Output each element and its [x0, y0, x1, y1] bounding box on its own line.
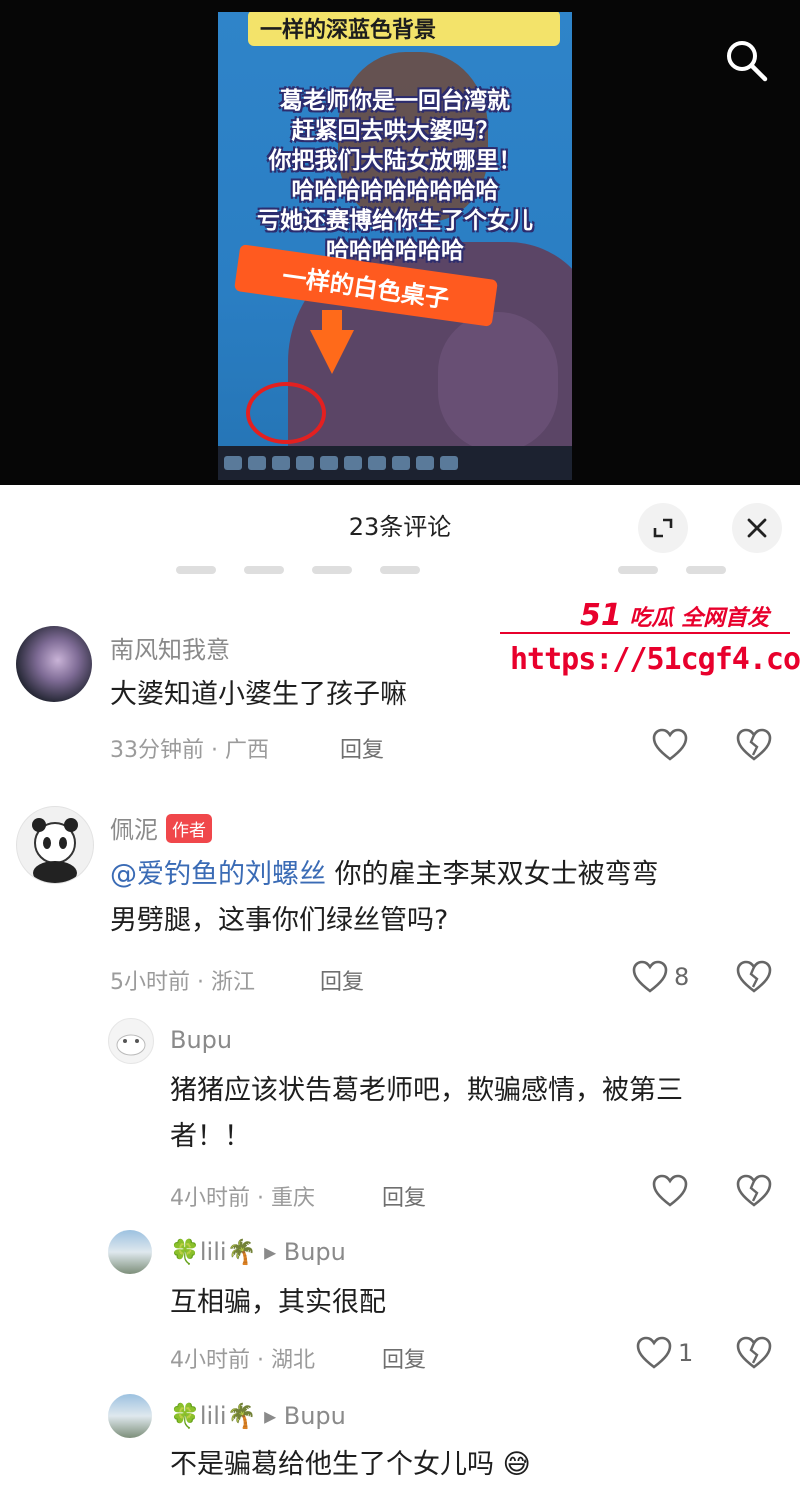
video-player[interactable]: ! 一样的深蓝色背景 葛老师你是一回台湾就 赶紧回去哄大婆吗？ 你把我们大陆女放…	[0, 0, 800, 485]
heart-icon	[636, 1336, 672, 1369]
comment-meta: 4小时前 · 湖北	[170, 1348, 315, 1373]
comment-meta: 33分钟前 · 广西	[110, 738, 269, 763]
collapse-button[interactable]	[638, 503, 688, 553]
broken-heart-icon	[736, 1336, 772, 1369]
overlay-line: 亏她还赛博给你生了个女儿	[257, 208, 533, 234]
comment-text: @爱钓鱼的刘螺丝 你的雇主李某双女士被弯弯 男劈腿，这事你们绿丝管吗?	[110, 852, 770, 944]
reply-button[interactable]: 回复	[340, 732, 384, 764]
comment-text-line: 猪猪应该状告葛老师吧，欺骗感情，被第三	[170, 1075, 683, 1106]
broken-heart-icon	[736, 728, 772, 761]
avatar[interactable]	[108, 1394, 152, 1438]
comment-username-row: 🍀lili🌴 ▸ Bupu	[170, 1238, 346, 1266]
search-icon[interactable]	[722, 36, 770, 84]
comment-meta: 5小时前 · 浙江	[110, 970, 255, 995]
watermark-brand-text: 吃瓜 全网首发	[629, 606, 770, 631]
close-icon	[747, 518, 767, 538]
close-button[interactable]	[732, 503, 782, 553]
avatar[interactable]	[108, 1230, 152, 1274]
comment-username-row: 🍀lili🌴 ▸ Bupu	[170, 1402, 346, 1430]
overlay-line: 葛老师你是一回台湾就	[280, 88, 510, 114]
reply-button[interactable]: 回复	[320, 964, 364, 996]
top-caption: 一样的深蓝色背景	[248, 12, 560, 46]
red-circle-marker	[246, 382, 326, 444]
author-badge: 作者	[166, 814, 212, 843]
heart-icon	[652, 728, 688, 761]
comment-text-line: 男劈腿，这事你们绿丝管吗?	[110, 905, 449, 936]
reply-button[interactable]: 回复	[382, 1342, 426, 1374]
comment-text-line: 你的雇主李某双女士被弯弯	[334, 859, 659, 890]
reply-to-user[interactable]: ▸ Bupu	[264, 1238, 346, 1266]
watermark-line	[500, 632, 790, 634]
comment-username[interactable]: 南风知我意	[110, 630, 230, 665]
overlay-line: 你把我们大陆女放哪里！	[268, 148, 522, 174]
screen-dock-bar	[218, 446, 572, 480]
avatar[interactable]	[108, 1018, 154, 1064]
watermark-brand: 51 吃瓜 全网首发	[580, 598, 769, 633]
mention-link[interactable]: @爱钓鱼的刘螺丝	[110, 859, 326, 890]
dislike-button[interactable]	[736, 1336, 772, 1374]
overlay-line: 哈哈哈哈哈哈哈哈哈	[291, 178, 499, 204]
reply-to-user[interactable]: ▸ Bupu	[264, 1402, 346, 1430]
comment-username[interactable]: 🍀lili🌴	[170, 1238, 256, 1266]
like-button[interactable]	[652, 728, 688, 762]
down-arrow-icon	[310, 330, 354, 374]
heart-icon	[632, 960, 668, 993]
like-count: 1	[678, 1339, 694, 1367]
like-button[interactable]: 8	[632, 960, 689, 994]
person-arm	[438, 312, 558, 452]
dislike-button[interactable]	[736, 728, 772, 766]
broken-heart-icon	[736, 1174, 772, 1207]
overlay-line: 赶紧回去哄大婆吗？	[291, 118, 499, 144]
comment-username[interactable]: 佩泥	[110, 816, 158, 844]
comment-text: 大婆知道小婆生了孩子嘛	[110, 679, 407, 710]
comment-text-line: 者！！	[170, 1121, 251, 1152]
avatar[interactable]	[16, 806, 94, 884]
heart-icon	[652, 1174, 688, 1207]
comment-text: 不是骗葛给他生了个女儿吗 😅	[170, 1449, 531, 1480]
broken-heart-icon	[736, 960, 772, 993]
like-count: 8	[674, 963, 690, 991]
comment-meta: 4小时前 · 重庆	[170, 1186, 315, 1211]
watermark-brand-number: 51	[580, 598, 622, 633]
dislike-button[interactable]	[736, 960, 772, 998]
comment-text: 猪猪应该状告葛老师吧，欺骗感情，被第三 者！！	[170, 1068, 770, 1160]
collapse-icon	[653, 518, 673, 538]
comment-text: 互相骗，其实很配	[170, 1287, 386, 1318]
avatar[interactable]	[16, 626, 92, 702]
like-button[interactable]: 1	[636, 1336, 693, 1370]
site-watermark: 51 吃瓜 全网首发 https://51cgf4.com	[500, 598, 800, 688]
comment-username[interactable]: 🍀lili🌴	[170, 1402, 256, 1430]
reply-button[interactable]: 回复	[382, 1180, 426, 1212]
watermark-url: https://51cgf4.com	[510, 642, 800, 677]
comment-username-row: 佩泥 作者	[110, 810, 212, 845]
scrolled-comment-remnant	[176, 555, 776, 579]
dislike-button[interactable]	[736, 1174, 772, 1212]
video-frame: ! 一样的深蓝色背景 葛老师你是一回台湾就 赶紧回去哄大婆吗？ 你把我们大陆女放…	[218, 12, 572, 480]
like-button[interactable]	[652, 1174, 688, 1208]
comment-username[interactable]: Bupu	[170, 1026, 232, 1054]
